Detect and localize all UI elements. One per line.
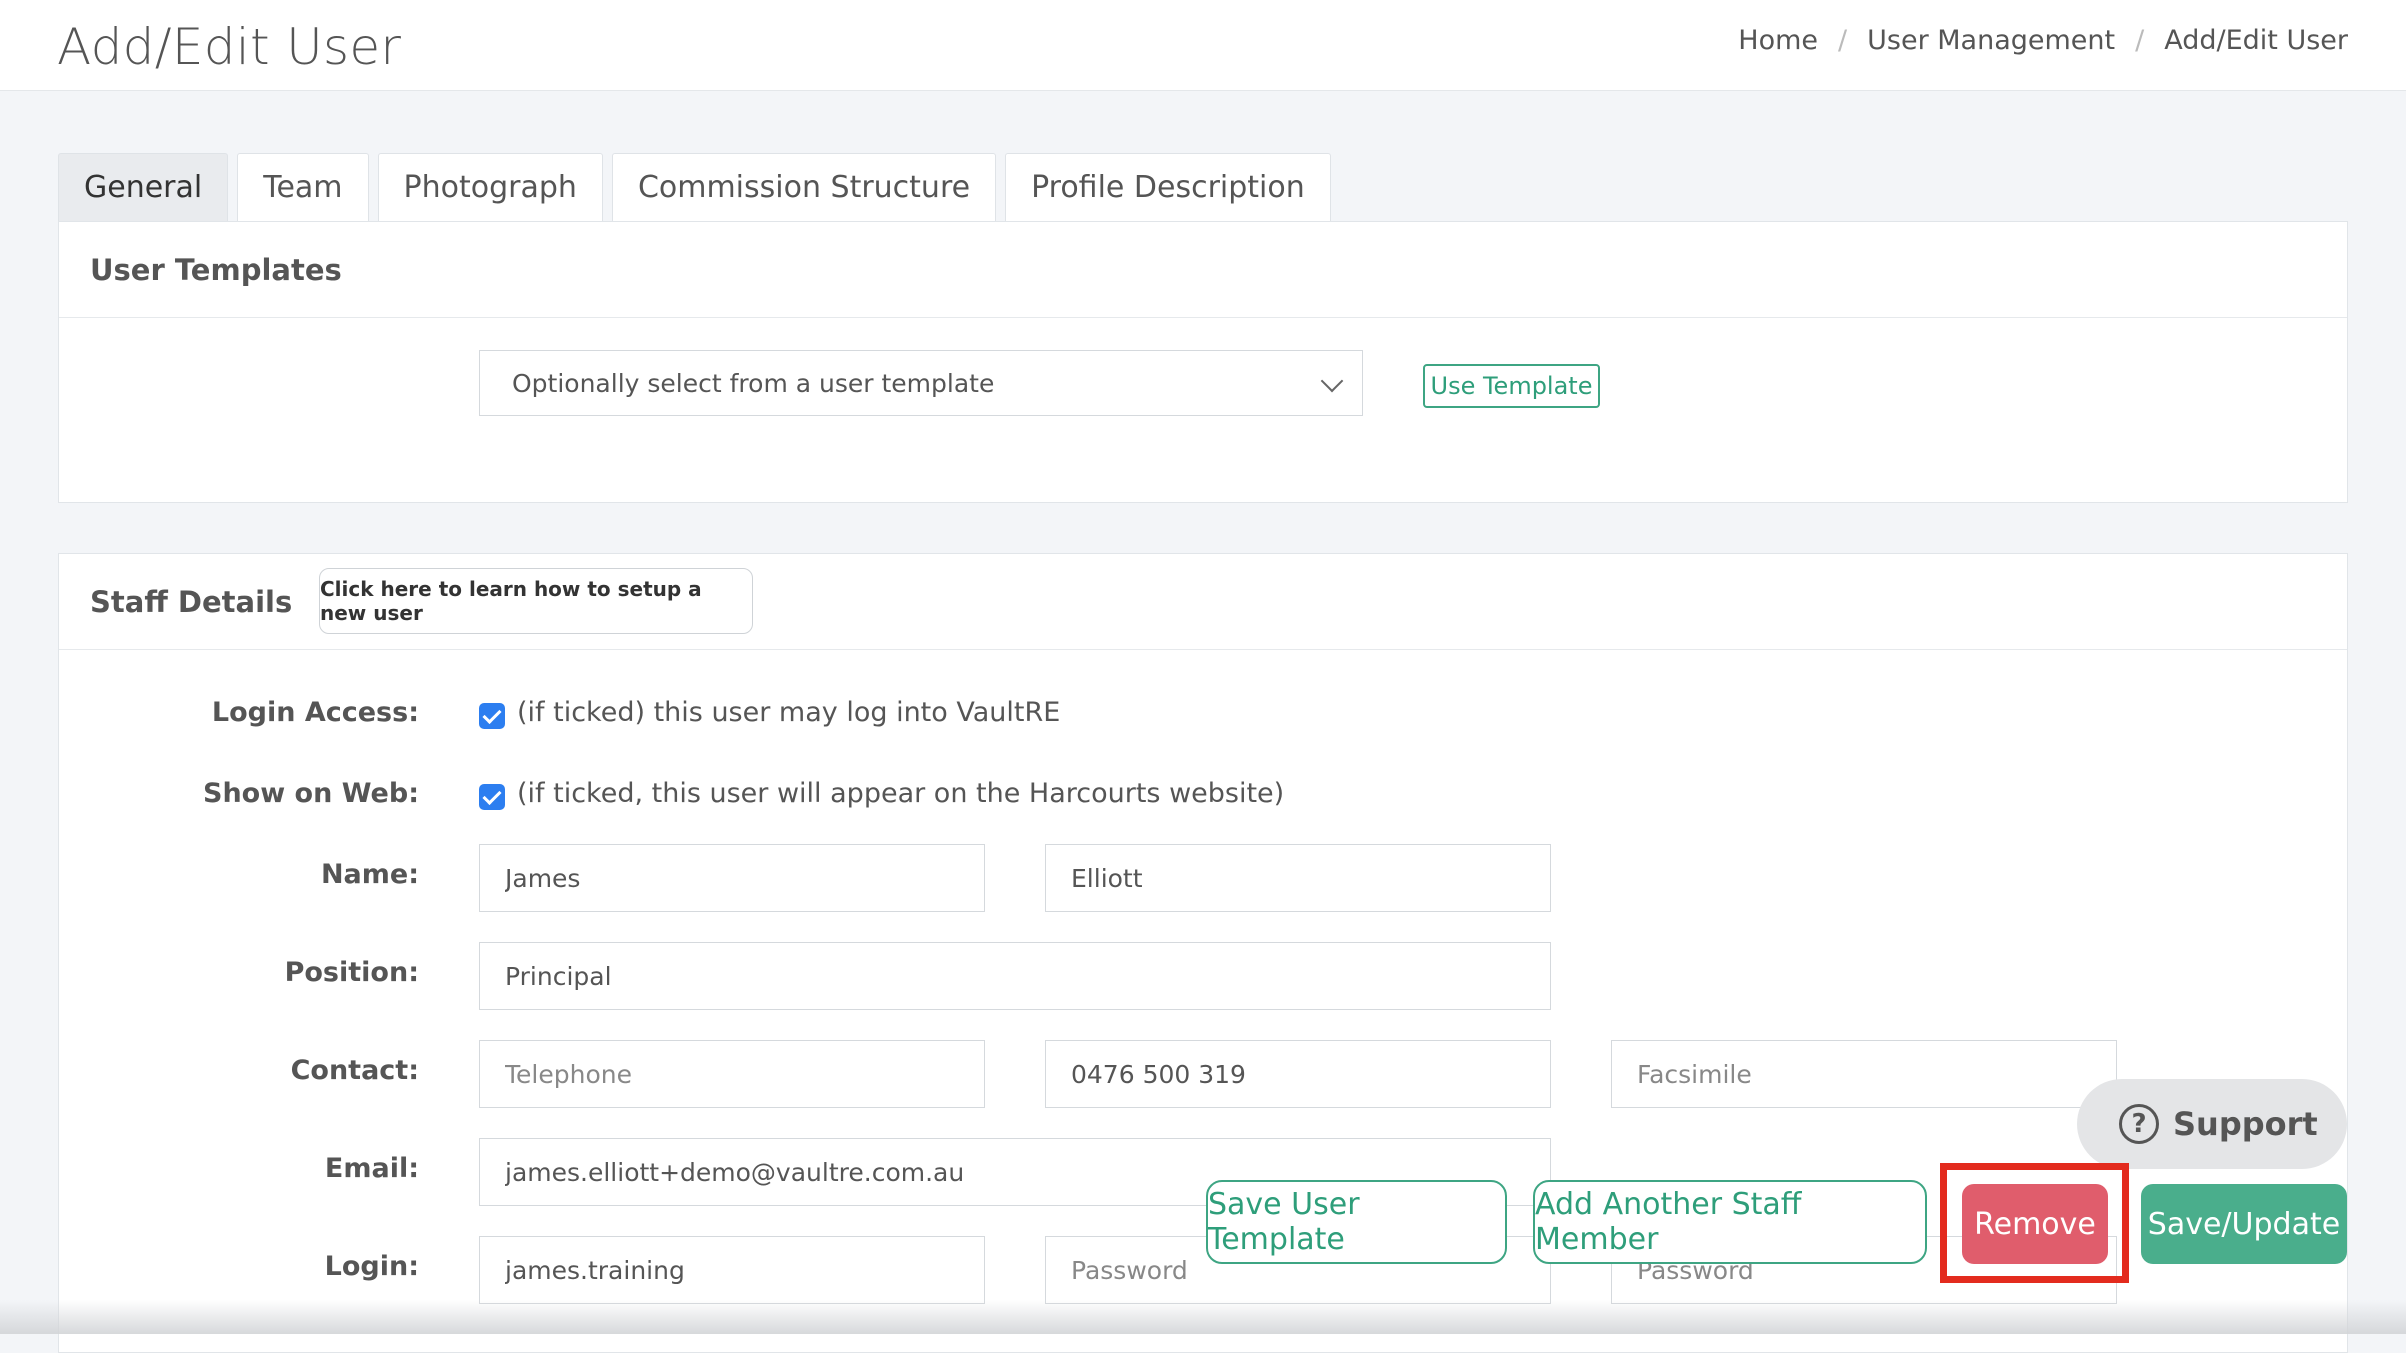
tab-bar: General Team Photograph Commission Struc… <box>58 153 1331 221</box>
name-label: Name: <box>320 859 419 890</box>
login-input[interactable] <box>479 1236 985 1304</box>
page-title: Add/Edit User <box>57 18 402 76</box>
tab-photograph[interactable]: Photograph <box>377 153 603 221</box>
use-template-button[interactable]: Use Template <box>1423 364 1600 408</box>
tab-team[interactable]: Team <box>237 153 369 221</box>
page-header: Add/Edit User Home / User Management / A… <box>0 0 2406 91</box>
position-input[interactable] <box>479 942 1551 1010</box>
staff-details-header: Staff Details Click here to learn how to… <box>59 554 2347 650</box>
breadcrumb-separator: / <box>1838 25 1848 56</box>
learn-setup-user-button[interactable]: Click here to learn how to setup a new u… <box>319 568 753 634</box>
save-update-button[interactable]: Save/Update <box>2141 1184 2347 1264</box>
template-select-value: Optionally select from a user template <box>512 368 995 398</box>
facsimile-input[interactable] <box>1611 1040 2117 1108</box>
contact-label: Contact: <box>290 1055 419 1086</box>
highlight-annotation <box>1940 1163 2129 1283</box>
bottom-shadow <box>0 1300 2406 1334</box>
user-templates-title: User Templates <box>59 222 2347 318</box>
template-select[interactable]: Optionally select from a user template <box>479 350 1363 416</box>
breadcrumb-separator: / <box>2135 25 2145 56</box>
chevron-down-icon <box>1320 369 1344 393</box>
login-access-checkbox[interactable] <box>479 703 505 729</box>
tab-commission-structure[interactable]: Commission Structure <box>611 153 997 221</box>
mobile-input[interactable] <box>1045 1040 1551 1108</box>
email-label: Email: <box>324 1153 419 1184</box>
position-label: Position: <box>284 957 419 988</box>
breadcrumb-home[interactable]: Home <box>1738 25 1818 56</box>
support-button[interactable]: ? Support <box>2077 1079 2347 1169</box>
first-name-input[interactable] <box>479 844 985 912</box>
show-on-web-text: (if ticked, this user will appear on the… <box>517 778 1285 809</box>
breadcrumb: Home / User Management / Add/Edit User <box>1738 25 2348 56</box>
last-name-input[interactable] <box>1045 844 1551 912</box>
user-templates-card: User Templates Optionally select from a … <box>58 221 2348 503</box>
breadcrumb-user-management[interactable]: User Management <box>1867 25 2115 56</box>
show-on-web-label: Show on Web: <box>203 778 419 809</box>
save-user-template-button[interactable]: Save User Template <box>1206 1180 1507 1264</box>
help-circle-icon: ? <box>2119 1104 2159 1144</box>
support-label: Support <box>2173 1105 2318 1143</box>
breadcrumb-current: Add/Edit User <box>2164 25 2348 56</box>
login-label: Login: <box>324 1251 419 1282</box>
add-another-staff-button[interactable]: Add Another Staff Member <box>1533 1180 1927 1264</box>
login-access-label: Login Access: <box>211 697 419 728</box>
show-on-web-checkbox[interactable] <box>479 784 505 810</box>
staff-details-title: Staff Details <box>90 584 293 619</box>
tab-profile-description[interactable]: Profile Description <box>1005 153 1331 221</box>
telephone-input[interactable] <box>479 1040 985 1108</box>
login-access-text: (if ticked) this user may log into Vault… <box>517 697 1061 728</box>
tab-general[interactable]: General <box>58 153 229 221</box>
